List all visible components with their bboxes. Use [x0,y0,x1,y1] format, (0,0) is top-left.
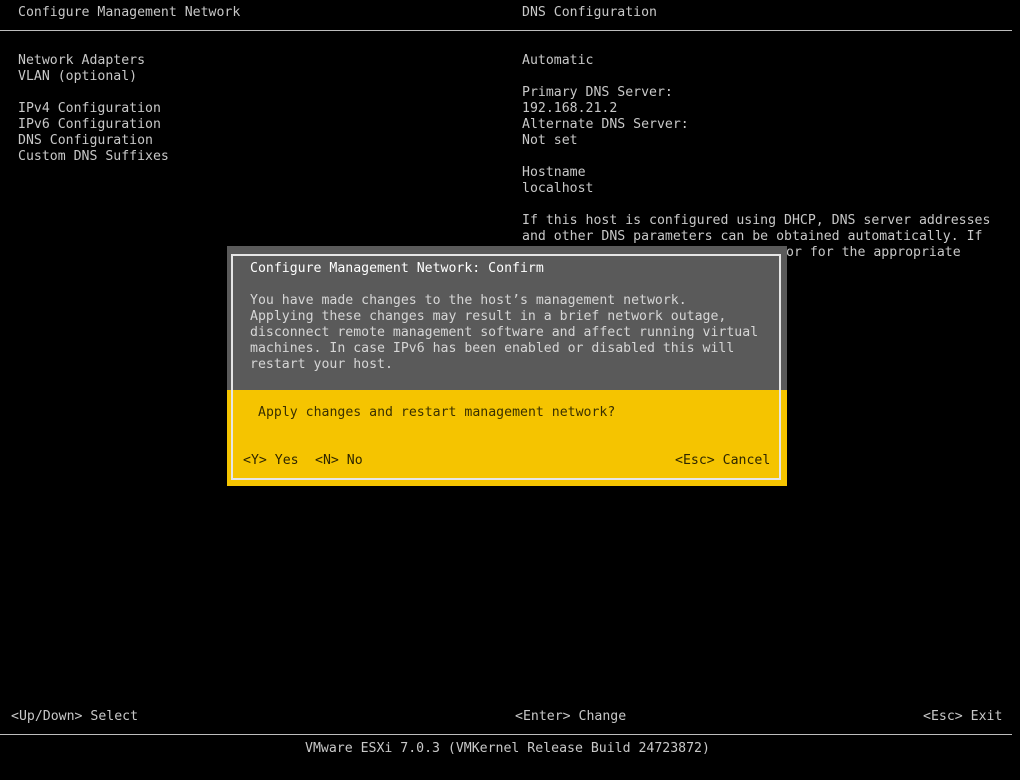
help-text-line: and other DNS parameters can be obtained… [522,229,983,244]
yes-button[interactable]: <Y> Yes [243,453,299,469]
alternate-dns-label: Alternate DNS Server: [522,117,689,132]
hostname-label: Hostname [522,165,586,180]
dialog-message-line: Applying these changes may result in a b… [250,309,727,324]
cancel-button[interactable]: <Esc> Cancel [675,453,770,469]
dialog-message-line: You have made changes to the host’s mana… [250,293,687,308]
header-divider [0,30,1012,31]
primary-dns-value: 192.168.21.2 [522,101,618,116]
right-pane-title: DNS Configuration [522,5,657,20]
footer-divider [0,734,1012,735]
menu-item-ipv4-configuration[interactable]: IPv4 Configuration [18,101,169,117]
dialog-message-line: disconnect remote management software an… [250,325,759,340]
menu-item-vlan[interactable]: VLAN (optional) [18,69,169,85]
select-hint: <Up/Down> Select [11,709,139,724]
change-hint: <Enter> Change [515,709,627,724]
dns-mode-value: Automatic [522,53,594,68]
alternate-dns-value: Not set [522,133,578,148]
dialog-message: You have made changes to the host’s mana… [250,293,770,373]
dialog-message-line: machines. In case IPv6 has been enabled … [250,341,735,356]
details-spacer [522,69,1002,85]
menu-item-dns-configuration[interactable]: DNS Configuration [18,133,169,149]
no-button[interactable]: <N> No [315,453,363,469]
menu-item-network-adapters[interactable]: Network Adapters [18,53,169,69]
confirm-dialog: Configure Management Network: Confirm Yo… [227,246,787,486]
network-menu: Network Adapters VLAN (optional) IPv4 Co… [18,53,169,165]
dns-details-panel: Automatic Primary DNS Server: 192.168.21… [522,53,1002,261]
dialog-title: Configure Management Network: Confirm [250,261,544,276]
hostname-value: localhost [522,181,594,196]
primary-dns-label: Primary DNS Server: [522,85,673,100]
dialog-message-line: restart your host. [250,357,393,372]
menu-item-custom-dns-suffixes[interactable]: Custom DNS Suffixes [18,149,169,165]
details-spacer [522,149,1002,165]
exit-hint[interactable]: <Esc> Exit [923,709,1002,725]
menu-item-ipv6-configuration[interactable]: IPv6 Configuration [18,117,169,133]
help-text-line: If this host is configured using DHCP, D… [522,213,991,228]
details-spacer [522,197,1002,213]
dialog-question: Apply changes and restart management net… [258,405,616,420]
version-string: VMware ESXi 7.0.3 (VMKernel Release Buil… [305,741,710,756]
left-pane-title: Configure Management Network [18,5,241,20]
menu-spacer [18,85,169,101]
